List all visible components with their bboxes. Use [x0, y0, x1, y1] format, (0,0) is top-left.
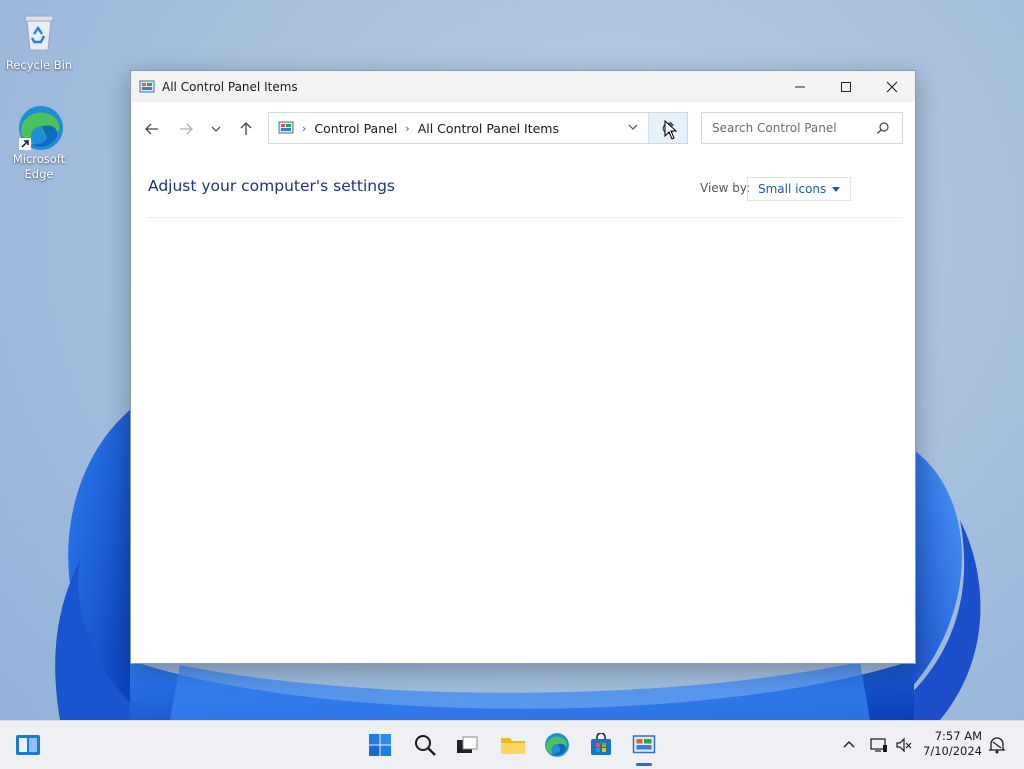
- store-button[interactable]: [585, 729, 617, 761]
- edge-taskbar-button[interactable]: [541, 729, 573, 761]
- forward-button[interactable]: [175, 117, 197, 141]
- view-by-value: Small icons: [758, 182, 827, 196]
- recent-locations-button[interactable]: [205, 117, 227, 141]
- search-icon[interactable]: [876, 121, 890, 135]
- widgets-button[interactable]: [12, 729, 44, 761]
- taskbar-search-icon: [415, 735, 436, 756]
- network-icon: [870, 738, 887, 752]
- task-view-button[interactable]: [451, 729, 483, 761]
- start-button[interactable]: [364, 729, 396, 761]
- widgets-icon: [16, 735, 40, 755]
- active-app-indicator: [636, 763, 652, 766]
- close-button[interactable]: [869, 71, 915, 102]
- minimize-icon: [795, 86, 805, 87]
- folder-icon: [501, 738, 525, 754]
- back-arrow-icon: [145, 123, 158, 135]
- show-hidden-icons-button[interactable]: [842, 721, 856, 769]
- desktop-icon-edge[interactable]: Microsoft Edge: [3, 104, 75, 182]
- search-input[interactable]: [710, 120, 874, 136]
- store-icon: [591, 733, 611, 755]
- view-by-dropdown[interactable]: Small icons: [747, 177, 852, 201]
- caret-down-icon: [832, 186, 841, 192]
- page-heading: Adjust your computer's settings: [148, 177, 395, 195]
- clock-date: 7/10/2024: [923, 744, 982, 758]
- search-taskbar-button[interactable]: [409, 729, 441, 761]
- file-explorer-button[interactable]: [497, 729, 529, 761]
- speaker-muted-icon: [896, 737, 912, 753]
- edge-taskbar-icon: [545, 733, 569, 757]
- volume-button[interactable]: [896, 721, 914, 769]
- task-view-icon: [457, 736, 478, 753]
- breadcrumb-separator-icon: ›: [302, 121, 307, 135]
- edge-label-line1: Microsoft: [12, 152, 66, 166]
- maximize-icon: [841, 81, 851, 92]
- back-button[interactable]: [141, 117, 163, 141]
- notifications-button[interactable]: [988, 721, 1006, 769]
- view-by-label: View by:: [700, 181, 751, 195]
- breadcrumb-control-panel[interactable]: Control Panel: [314, 121, 397, 136]
- clock[interactable]: 7:57 AM 7/10/2024: [923, 729, 982, 759]
- breadcrumb-all-items[interactable]: All Control Panel Items: [418, 121, 559, 136]
- edge-icon: [17, 104, 63, 150]
- control-panel-taskbar-button[interactable]: [628, 729, 660, 761]
- minimize-button[interactable]: [777, 71, 823, 102]
- breadcrumb-separator-icon: ›: [405, 121, 410, 135]
- forward-arrow-icon: [180, 123, 193, 135]
- maximize-button[interactable]: [823, 71, 869, 102]
- address-history-chevron-icon[interactable]: [627, 121, 639, 133]
- mouse-cursor-icon: [664, 120, 678, 140]
- edge-label-line2: Edge: [24, 167, 54, 181]
- taskbar: 7:57 AM 7/10/2024: [0, 720, 1024, 769]
- notification-bell-icon: [988, 737, 1006, 754]
- window-title: All Control Panel Items: [162, 79, 298, 94]
- network-button[interactable]: [870, 721, 888, 769]
- address-bar[interactable]: › Control Panel › All Control Panel Item…: [268, 112, 688, 144]
- chevron-up-icon: [843, 741, 855, 748]
- windows-logo-icon: [369, 734, 391, 756]
- recycle-bin-label: Recycle Bin: [5, 58, 73, 72]
- up-arrow-icon: [240, 122, 252, 135]
- control-panel-window: All Control Panel Items › Control Panel …: [130, 70, 916, 664]
- title-bar[interactable]: All Control Panel Items: [131, 71, 915, 102]
- search-box[interactable]: [701, 112, 903, 144]
- desktop-icon-recycle-bin[interactable]: Recycle Bin: [3, 10, 75, 73]
- recycle-bin-icon: [17, 10, 61, 54]
- close-icon: [886, 81, 898, 92]
- control-panel-icon: [139, 80, 155, 92]
- control-panel-breadcrumb-icon: [278, 121, 294, 134]
- up-button[interactable]: [235, 117, 257, 141]
- header-divider: [147, 217, 903, 218]
- chevron-down-icon: [211, 126, 221, 132]
- clock-time: 7:57 AM: [934, 729, 982, 743]
- control-panel-taskbar-icon: [632, 735, 656, 754]
